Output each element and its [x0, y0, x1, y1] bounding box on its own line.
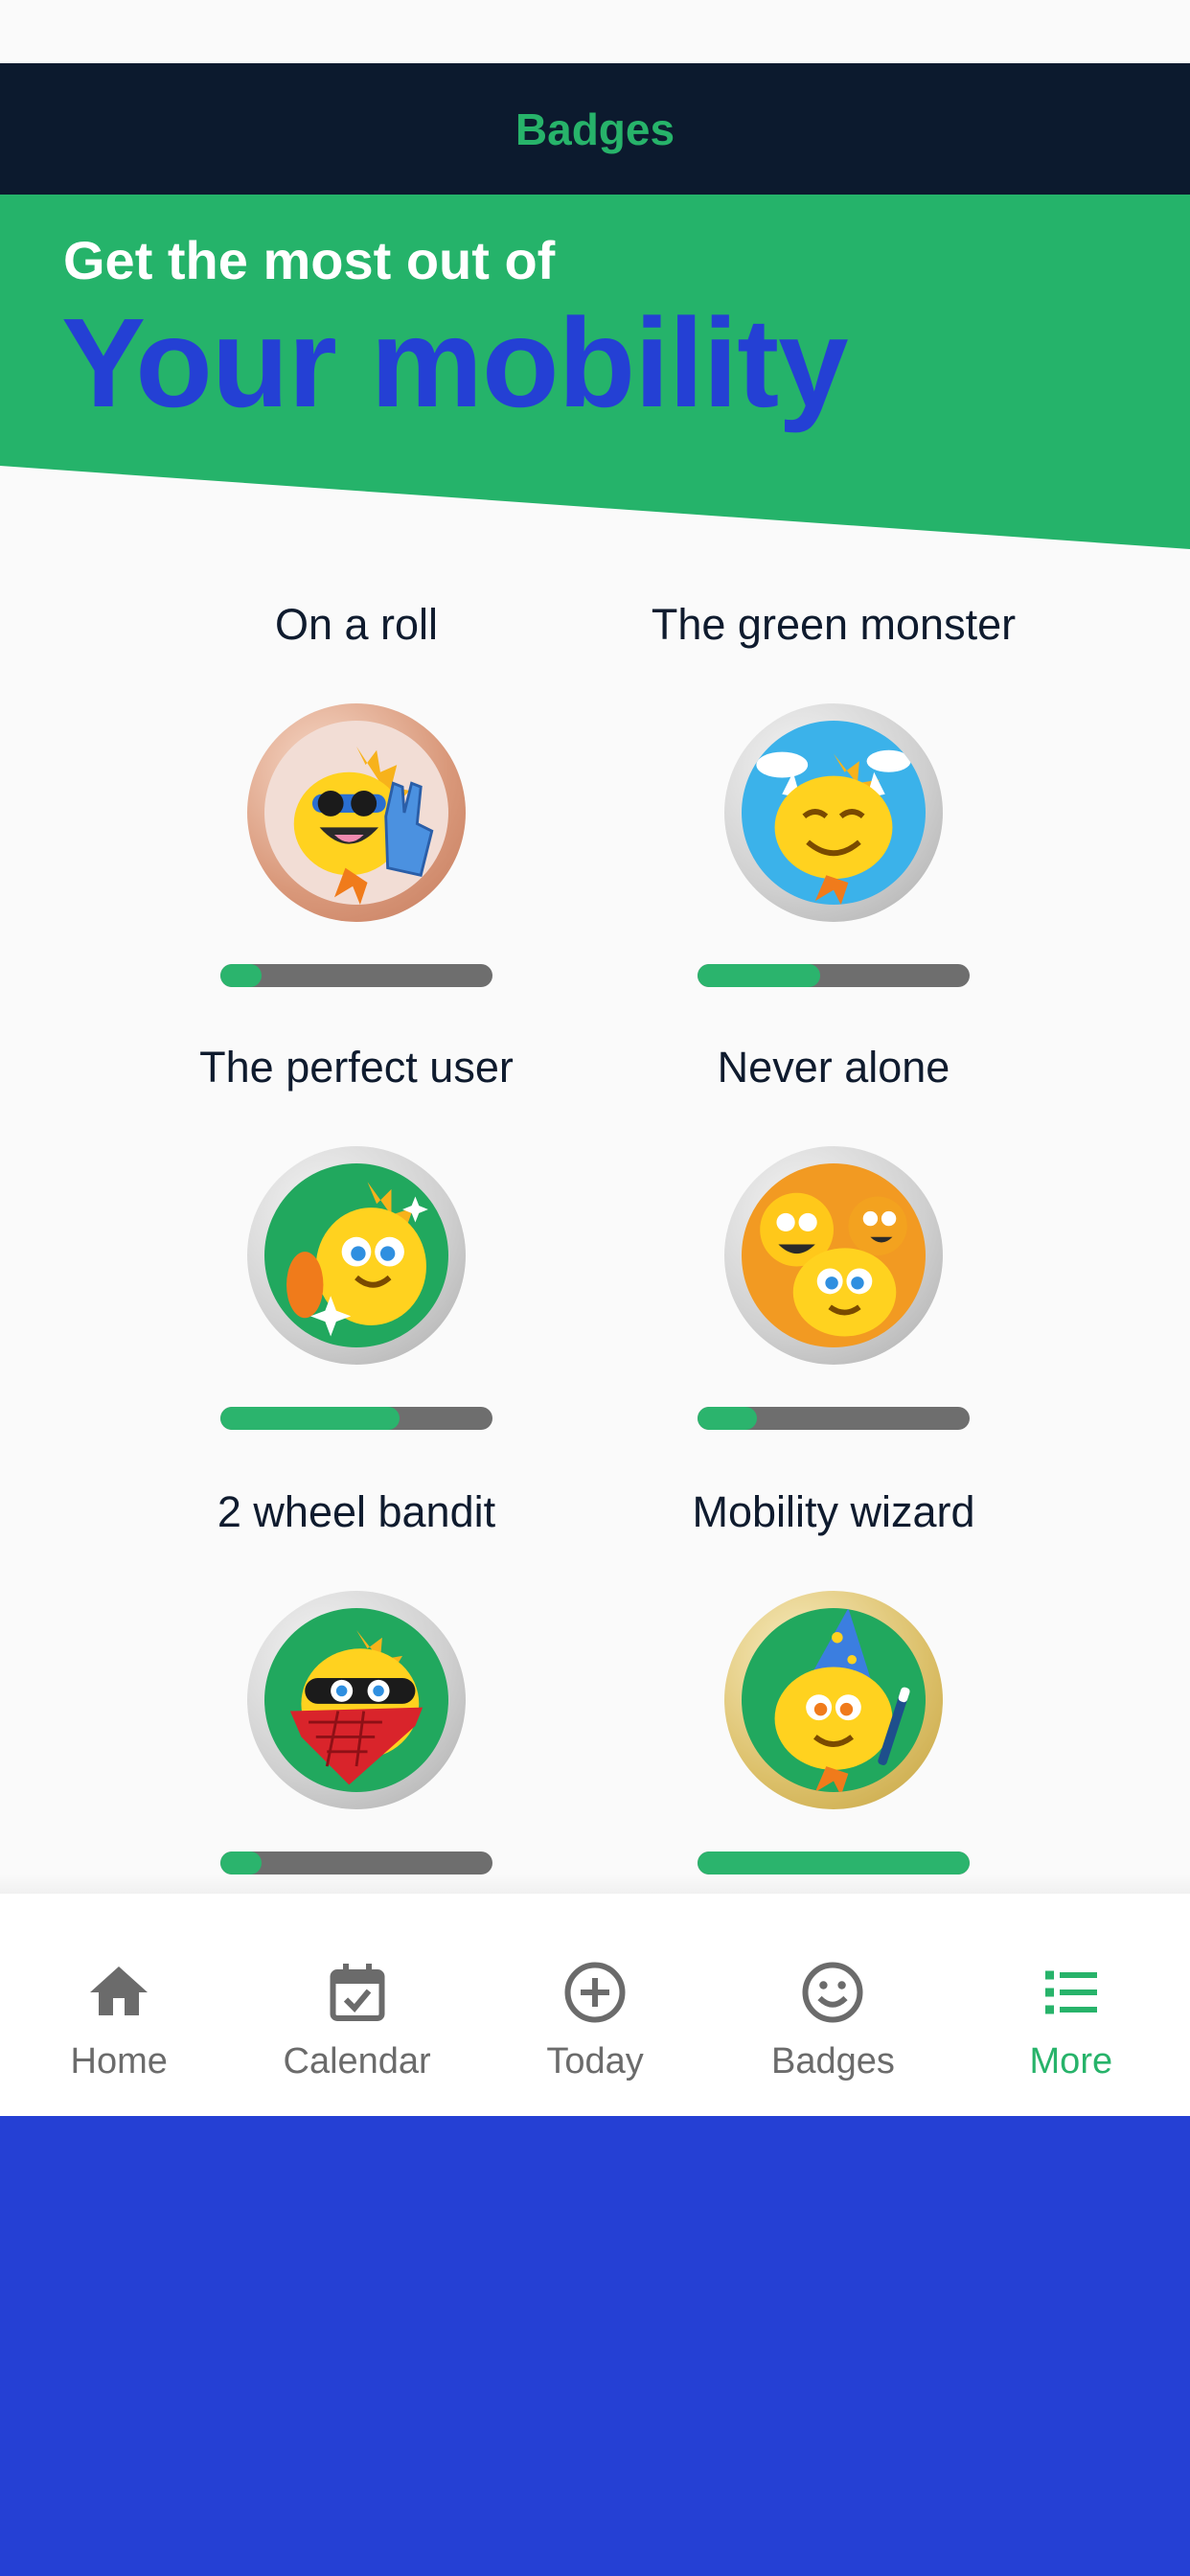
badge-card[interactable]: Mobility wizard	[623, 1484, 1044, 1874]
badge-progress-bar	[220, 1852, 492, 1874]
status-bar	[0, 0, 1190, 63]
tab-badges[interactable]: Badges	[714, 1894, 951, 2116]
badge-progress-bar	[698, 1407, 970, 1430]
list-icon	[1034, 1955, 1109, 2030]
badge-progress-fill	[220, 964, 262, 987]
badge-progress-fill	[220, 1407, 400, 1430]
badge-name: The green monster	[651, 600, 1017, 649]
badge-name: Never alone	[717, 1043, 950, 1092]
badge-name: Mobility wizard	[692, 1487, 975, 1536]
group-monsters-badge[interactable]	[724, 1146, 943, 1365]
badge-progress-bar	[698, 1852, 970, 1874]
hero-subtitle: Get the most out of	[63, 230, 556, 290]
tab-label: Home	[70, 2041, 168, 2082]
tab-label: Badges	[770, 2041, 895, 2082]
badge-progress-fill	[698, 964, 820, 987]
page-title: Badges	[515, 104, 675, 154]
badge-progress-fill	[698, 1407, 758, 1430]
tab-more[interactable]: More	[952, 1894, 1190, 2116]
badge-card[interactable]: The green monster	[623, 596, 1044, 987]
badge-progress-bar	[220, 1407, 492, 1430]
badge-name: On a roll	[274, 600, 439, 649]
badge-card[interactable]: The perfect user	[146, 1039, 567, 1430]
tab-label: More	[1029, 2041, 1113, 2082]
home-icon	[81, 1955, 156, 2030]
tab-today[interactable]: Today	[476, 1894, 714, 2116]
tab-bar-shadow	[0, 1874, 1190, 1894]
footer-background	[0, 2116, 1190, 2576]
sparkle-monster-badge[interactable]	[247, 1146, 466, 1365]
badge-name: 2 wheel bandit	[217, 1487, 496, 1536]
rocker-monster-badge[interactable]	[247, 703, 466, 922]
badge-card[interactable]: Never alone	[623, 1039, 1044, 1430]
smiling-monster-badge[interactable]	[724, 703, 943, 922]
badge-card[interactable]: On a roll	[146, 596, 567, 987]
badge-name: The perfect user	[199, 1043, 514, 1092]
wizard-monster-badge[interactable]	[724, 1591, 943, 1809]
badge-progress-fill	[698, 1852, 970, 1874]
tab-label: Calendar	[283, 2041, 431, 2082]
tab-label: Today	[546, 2041, 644, 2082]
tab-home[interactable]: Home	[0, 1894, 238, 2116]
calendar-icon	[320, 1955, 395, 2030]
navigation-bar: Badges	[0, 63, 1190, 195]
badge-progress-fill	[220, 1852, 262, 1874]
badge-card[interactable]: 2 wheel bandit	[146, 1484, 567, 1874]
badge-progress-bar	[220, 964, 492, 987]
badge-progress-bar	[698, 964, 970, 987]
tab-calendar[interactable]: Calendar	[238, 1894, 475, 2116]
bandit-monster-badge[interactable]	[247, 1591, 466, 1809]
smiley-icon	[795, 1955, 870, 2030]
tab-bar: Home Calendar Today Badges More	[0, 1894, 1190, 2116]
hero-title: Your mobility	[61, 292, 849, 433]
hero-banner: Get the most out of Your mobility	[0, 195, 1190, 549]
plus-circle-icon	[558, 1955, 632, 2030]
